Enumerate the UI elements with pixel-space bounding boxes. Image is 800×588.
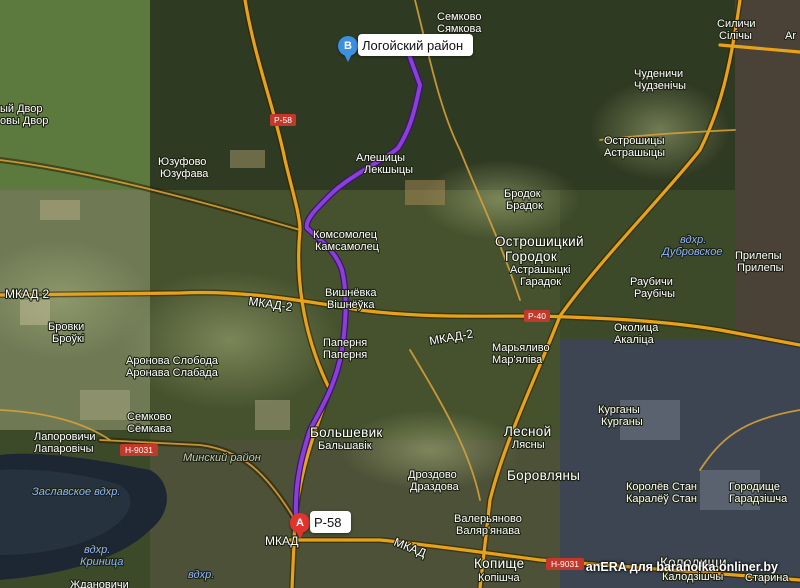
place-okolitsa-by: Акаліца (614, 334, 655, 346)
place-vdkhr-dubr: вдхр. (680, 234, 706, 246)
road-label-mkad-a: МКАД (265, 534, 299, 548)
place-aronova-by: Аронава Слабада (126, 367, 219, 379)
place-yuzufovo: Юзуфово (158, 156, 206, 168)
route-start-pin-icon[interactable]: A (290, 513, 310, 539)
place-lesnoy: Лесной (504, 424, 551, 439)
place-ostroshitsy: Острошицы (604, 135, 665, 147)
route-end-pin-icon[interactable]: B (338, 36, 358, 62)
place-papernya-by: Паперня (323, 349, 367, 361)
svg-text:Н-9031: Н-9031 (551, 559, 579, 569)
place-bolshevik: Большевик (310, 425, 383, 440)
place-vishnevka-by: Вішнёўка (327, 299, 375, 311)
place-yuzufovo-by: Юзуфава (160, 168, 209, 180)
place-silichi-by: Сілічы (719, 30, 752, 42)
road-label-mkad2-a: МКАД-2 (5, 287, 50, 301)
place-papernya: Паперня (323, 337, 367, 349)
place-korolev-by: Каралёў Стан (626, 493, 697, 505)
place-drozdovo: Дроздово (408, 469, 457, 481)
place-ar: Ar (785, 30, 796, 42)
place-vdkhr-bottom: вдхр. (188, 569, 214, 581)
place-aleshitsy-by: Лекшыцы (364, 164, 413, 176)
place-drozdovo-by: Драздова (410, 481, 460, 493)
route-end-text: Логойский район (362, 37, 464, 53)
svg-text:Р-58: Р-58 (274, 115, 292, 125)
shield-p58: Р-58 (270, 114, 296, 126)
svg-text:Н-9031: Н-9031 (125, 445, 153, 455)
place-ostr-gorodok-by: Астрашыцкі (510, 264, 570, 276)
route-start-label[interactable]: Р-58 (310, 511, 352, 533)
place-brovki-by: Броўкі (52, 333, 84, 345)
place-dvor-by: овы Двор (0, 115, 48, 127)
place-vdkhr-dubr-2: Дубровское (660, 246, 722, 258)
place-okolitsa: Околица (614, 322, 659, 334)
place-kurgany-by: Курганы (601, 416, 643, 428)
place-prilepy: Прилепы (735, 250, 782, 262)
place-raubichi: Раубичи (630, 276, 673, 288)
route-start-letter: A (296, 517, 304, 529)
place-dvor: ый Двор (0, 103, 43, 115)
place-ostr-gorodok-2: Городок (505, 249, 557, 264)
place-vishnevka: Вишнёвка (325, 287, 377, 299)
shield-h9031-b: Н-9031 (546, 558, 584, 570)
place-valeryanovo: Валерьяново (454, 513, 522, 525)
place-chudenichi-by: Чудзенічы (634, 80, 686, 92)
place-marialivo: Марьяливо (492, 342, 550, 354)
place-gorodishche: Городище (729, 481, 780, 493)
place-korolev: Королёв Стан (626, 481, 697, 493)
place-aleshitsy: Алешицы (356, 152, 405, 164)
place-semkovo-top: Семково (437, 11, 482, 23)
place-brodok: Бродок (504, 188, 541, 200)
place-lesnoy-by: Лясны (512, 439, 545, 451)
place-chudenichi: Чуденичи (634, 68, 683, 80)
route-end-label[interactable]: Логойский район (358, 34, 474, 56)
shield-p40: Р-40 (524, 310, 550, 322)
place-laporovichi-by: Лапаровічы (34, 443, 94, 455)
place-gorodishche-by: Гарадзішча (729, 493, 788, 505)
place-prilepy-by: Прилепы (737, 262, 784, 274)
place-borovlyany: Боровляны (507, 468, 580, 483)
satellite-map[interactable]: Р-58 Р-40 Н-9031 Н-9031 МКАД-2 МКАД-2 МК… (0, 0, 800, 588)
shield-h9031: Н-9031 (120, 444, 158, 456)
place-ostr-gorodok-by-2: Гарадок (520, 276, 561, 288)
place-bolshevik-by: Бальшавік (318, 440, 372, 452)
place-valeryanovo-by: Валяр'янава (456, 525, 521, 537)
place-raubichi-by: Раубічы (634, 288, 675, 300)
place-laporovichi: Лапоровичи (34, 431, 96, 443)
place-ostroshitsy-by: Астрашыцы (604, 147, 665, 159)
place-silichi: Силичи (717, 18, 756, 30)
place-vdkhr-krinitsa: вдхр. (84, 544, 110, 556)
route-end-letter: B (344, 40, 352, 52)
place-brovki: Бровки (48, 321, 84, 333)
place-kurgany: Курганы (598, 404, 640, 416)
watermark: anERA для baraholka.onliner.by (585, 560, 778, 574)
place-brodok-by: Брадок (506, 200, 543, 212)
svg-text:Р-40: Р-40 (528, 311, 546, 321)
place-semkovo: Семково (127, 411, 172, 423)
place-minsk-rayon: Минский район (183, 452, 261, 464)
place-aronova: Аронова Слобода (126, 355, 219, 367)
place-komsomolets: Комсомолец (313, 229, 378, 241)
place-ostr-gorodok: Острошицкий (495, 234, 584, 249)
place-kopishche: Копище (474, 556, 525, 571)
place-semkovo-by: Сёмкава (127, 423, 173, 435)
place-zhdanovichi: Ждановичи (70, 579, 129, 588)
route-start-text: Р-58 (314, 514, 342, 530)
place-marialivo-by: Мар'яліва (492, 354, 543, 366)
place-vdkhr-krinitsa-2: Криница (80, 556, 123, 568)
place-zaslav: Заславское вдхр. (32, 486, 120, 498)
place-komsomolets-by: Камсамолец (315, 241, 380, 253)
place-kopishche-by: Копішча (478, 572, 520, 584)
